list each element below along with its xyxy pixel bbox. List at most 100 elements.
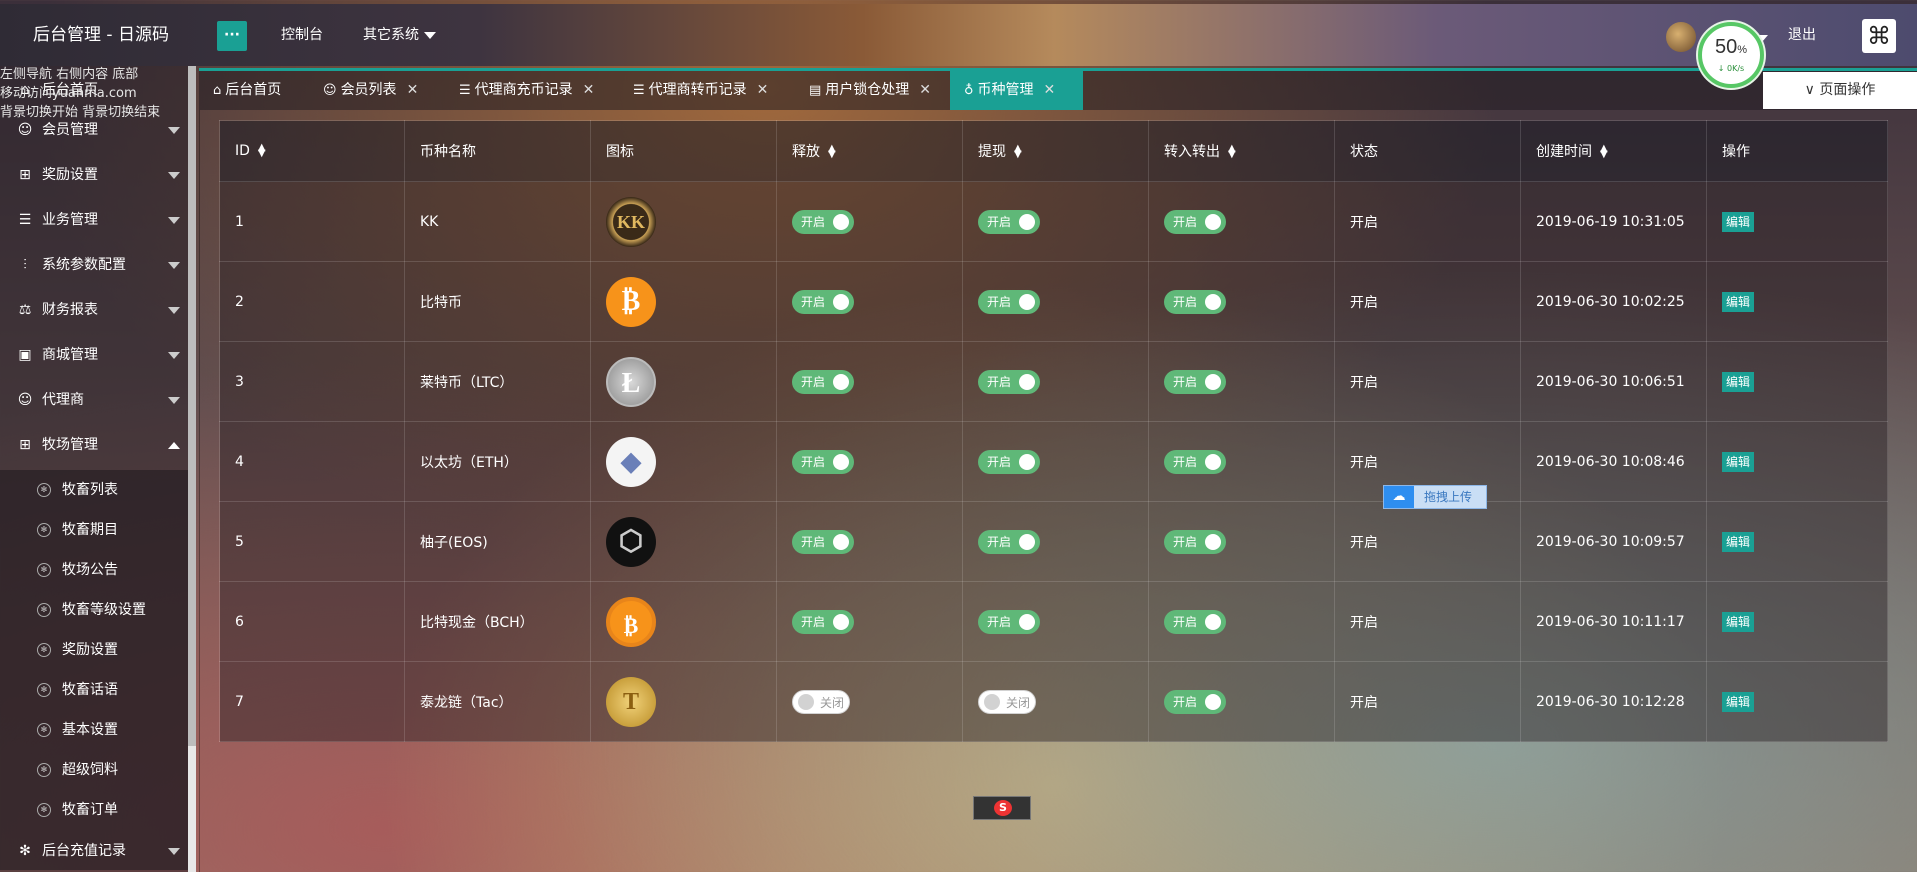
gear-icon: ✻ <box>37 483 51 497</box>
cell-release: 开启 <box>776 261 963 342</box>
submenu-item-reward-settings[interactable]: ✻ 奖励设置 <box>0 630 188 670</box>
cell-release: 开启 <box>776 501 963 582</box>
tab-user-lock[interactable]: ▤ 用户锁仓处理 ✕ <box>795 71 947 110</box>
top-link-other-systems[interactable]: 其它系统 <box>363 4 436 66</box>
overlay-text-line: 背景切换开始 背景切换结束 <box>0 105 161 120</box>
submenu-item-label: 牧畜等级设置 <box>62 602 146 618</box>
transfer-toggle[interactable]: 开启 <box>1164 369 1226 394</box>
submenu-item-label: 牧畜话语 <box>62 682 118 698</box>
clover-menu-icon[interactable]: ⌘ <box>1862 19 1896 53</box>
sidebar-item-label: 后台充值记录 <box>42 843 126 859</box>
table-header-row: ID ▲ ▼ 币种名称 图标 释放 ▲ ▼ 提现 ▲ ▼ 转入转出 ▲ ▼ 状态 创建时间 ▲ ▼ … <box>219 120 1888 182</box>
cell-release: 开启 <box>776 341 963 422</box>
input-method-toolbar[interactable]: S <box>973 796 1031 820</box>
column-header-label: 释放 <box>792 144 820 160</box>
tab-currency-management[interactable]: ♁ 币种管理 ✕ <box>950 71 1083 110</box>
release-toggle[interactable]: 开启 <box>792 209 854 234</box>
edit-button[interactable]: 编辑 <box>1722 531 1755 552</box>
column-header-transfer[interactable]: 转入转出 ▲ ▼ <box>1148 120 1335 182</box>
transfer-toggle[interactable]: 开启 <box>1164 449 1226 474</box>
tab-home[interactable]: ⌂ 后台首页 <box>199 71 309 110</box>
tab-member-list[interactable]: ☺ 会员列表 ✕ <box>309 71 445 110</box>
edit-button[interactable]: 编辑 <box>1722 371 1755 392</box>
release-toggle[interactable]: 开启 <box>792 289 854 314</box>
page-operations-button[interactable]: ∨ 页面操作 <box>1763 72 1917 109</box>
withdraw-toggle[interactable]: 开启 <box>978 369 1040 394</box>
column-header-actions: 操作 <box>1706 120 1888 182</box>
coin-icon: Ł <box>606 356 656 407</box>
network-speed-widget[interactable]: 50% ↓ 0K/s <box>1698 22 1764 88</box>
submenu-item-ranch-notice[interactable]: ✻ 牧场公告 <box>0 550 188 590</box>
edit-button[interactable]: 编辑 <box>1722 451 1755 472</box>
cell-transfer: 开启 <box>1148 261 1335 342</box>
edit-button[interactable]: 编辑 <box>1722 691 1755 712</box>
sidebar-item-ranch[interactable]: ⊞ 牧场管理 <box>0 423 188 468</box>
sidebar-item-recharge-records[interactable]: ✻ 后台充值记录 <box>0 829 188 872</box>
sidebar-scrollbar[interactable] <box>188 66 196 872</box>
submenu-item-label: 超级饲料 <box>62 762 118 778</box>
transfer-toggle[interactable]: 开启 <box>1164 689 1226 714</box>
cell-withdraw: 开启 <box>962 501 1149 582</box>
cell-created-time: 2019-06-30 10:08:46 <box>1520 421 1707 502</box>
edit-button[interactable]: 编辑 <box>1722 611 1755 632</box>
gear-icon: ✻ <box>37 603 51 617</box>
avatar[interactable] <box>1666 22 1696 52</box>
overlay-text-line: 移动访问yuanma.com <box>0 86 137 101</box>
scrollbar-thumb[interactable] <box>188 66 196 746</box>
transfer-toggle[interactable]: 开启 <box>1164 529 1226 554</box>
withdraw-toggle[interactable]: 开启 <box>978 609 1040 634</box>
submenu-item-livestock-list[interactable]: ✻ 牧畜列表 <box>0 470 188 510</box>
logout-link[interactable]: 退出 <box>1788 4 1816 66</box>
edit-button[interactable]: 编辑 <box>1722 211 1755 232</box>
withdraw-toggle[interactable]: 开启 <box>978 289 1040 314</box>
submenu-item-livestock-phrases[interactable]: ✻ 牧畜话语 <box>0 670 188 710</box>
column-header-id[interactable]: ID ▲ ▼ <box>219 120 405 182</box>
close-icon[interactable]: ✕ <box>1044 82 1056 98</box>
sort-icon[interactable]: ▲ ▼ <box>1600 144 1608 160</box>
withdraw-toggle[interactable]: 开启 <box>978 529 1040 554</box>
column-header-created[interactable]: 创建时间 ▲ ▼ <box>1520 120 1707 182</box>
close-icon[interactable]: ✕ <box>919 82 931 98</box>
submenu-item-level-settings[interactable]: ✻ 牧畜等级设置 <box>0 590 188 630</box>
sidebar-item-system-params[interactable]: ⫶ 系统参数配置 <box>0 243 188 288</box>
drag-upload-widget[interactable]: ☁ 拖拽上传 <box>1383 485 1487 509</box>
tab-agent-transfer[interactable]: ☰ 代理商转币记录 ✕ <box>619 71 795 110</box>
release-toggle[interactable]: 开启 <box>792 529 854 554</box>
menu-toggle-button[interactable]: ··· <box>217 21 247 51</box>
close-icon[interactable]: ✕ <box>407 82 419 98</box>
submenu-item-livestock-period[interactable]: ✻ 牧畜期目 <box>0 510 188 550</box>
withdraw-toggle[interactable]: 开启 <box>978 449 1040 474</box>
sort-icon[interactable]: ▲ ▼ <box>1014 144 1022 160</box>
transfer-toggle[interactable]: 开启 <box>1164 289 1226 314</box>
cell-created-time: 2019-06-19 10:31:05 <box>1520 181 1707 262</box>
sort-icon[interactable]: ▲ ▼ <box>258 143 266 159</box>
transfer-toggle[interactable]: 开启 <box>1164 209 1226 234</box>
top-link-console[interactable]: 控制台 <box>281 4 323 66</box>
content-divider <box>199 110 200 872</box>
column-header-release[interactable]: 释放 ▲ ▼ <box>776 120 963 182</box>
edit-button[interactable]: 编辑 <box>1722 291 1755 312</box>
sidebar-item-finance[interactable]: ⚖ 财务报表 <box>0 288 188 333</box>
release-toggle[interactable]: 开启 <box>792 609 854 634</box>
sidebar-item-business[interactable]: ☰ 业务管理 <box>0 198 188 243</box>
close-icon[interactable]: ✕ <box>583 82 595 98</box>
gear-icon: ✻ <box>37 723 51 737</box>
sort-icon[interactable]: ▲ ▼ <box>828 144 836 160</box>
submenu-item-basic-settings[interactable]: ✻ 基本设置 <box>0 710 188 750</box>
release-toggle[interactable]: 开启 <box>792 369 854 394</box>
cell-icon: ⬡ <box>590 501 777 582</box>
withdraw-toggle[interactable]: 开启 <box>978 209 1040 234</box>
withdraw-toggle[interactable]: 关闭 <box>978 689 1036 714</box>
sidebar-item-shop[interactable]: ▣ 商城管理 <box>0 333 188 378</box>
submenu-item-super-feed[interactable]: ✻ 超级饲料 <box>0 750 188 790</box>
close-icon[interactable]: ✕ <box>757 82 769 98</box>
submenu-item-livestock-orders[interactable]: ✻ 牧畜订单 <box>0 790 188 830</box>
release-toggle[interactable]: 开启 <box>792 449 854 474</box>
release-toggle[interactable]: 关闭 <box>792 689 850 714</box>
transfer-toggle[interactable]: 开启 <box>1164 609 1226 634</box>
sidebar-item-rewards[interactable]: ⊞ 奖励设置 <box>0 153 188 198</box>
sort-icon[interactable]: ▲ ▼ <box>1228 144 1236 160</box>
tab-agent-recharge[interactable]: ☰ 代理商充币记录 ✕ <box>445 71 619 110</box>
column-header-withdraw[interactable]: 提现 ▲ ▼ <box>962 120 1149 182</box>
sidebar-item-agent[interactable]: ☺ 代理商 <box>0 378 188 423</box>
